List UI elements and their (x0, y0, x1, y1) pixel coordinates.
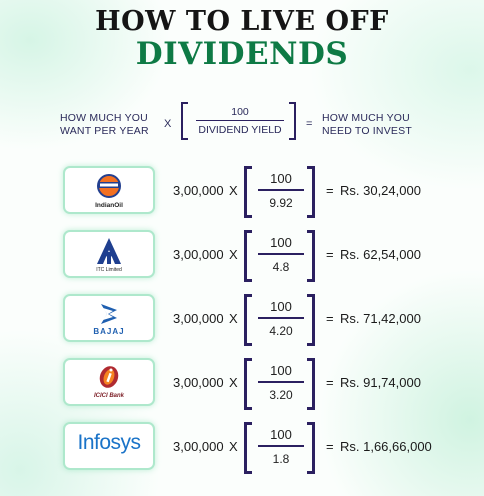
annual-amount: 3,00,000 (173, 439, 224, 454)
formula-fraction-line (196, 120, 284, 121)
bracket-left (244, 422, 252, 474)
equals-sign: = (326, 183, 334, 198)
times-sign: X (229, 247, 238, 262)
formula-right-text: HOW MUCH YOU NEED TO INVEST (322, 112, 412, 138)
fraction-numerator: 100 (270, 171, 292, 186)
formula-left-line-2: WANT PER YEAR (60, 125, 149, 137)
dividend-yield: 9.92 (269, 196, 293, 210)
dividend-yield: 4.8 (272, 260, 290, 274)
times-sign: X (229, 439, 238, 454)
formula-times: X (164, 118, 172, 130)
equals-sign: = (326, 439, 334, 454)
company-logo-box: ITC Limited (63, 230, 155, 278)
formula-numerator: 100 (231, 106, 249, 118)
company-logo-box: BAJAJ (63, 294, 155, 342)
investment-result: Rs. 62,54,000 (340, 247, 421, 262)
equals-sign: = (326, 247, 334, 262)
equals-sign: = (326, 375, 334, 390)
company-logo-box: IndianOil (63, 166, 155, 214)
investment-result: Rs. 30,24,000 (340, 183, 421, 198)
fraction-line (258, 445, 304, 447)
infosys-logo-icon: Infosys (65, 431, 153, 455)
company-name: ICICI Bank (93, 393, 124, 399)
bracket-right (307, 422, 315, 474)
fraction-numerator: 100 (270, 299, 292, 314)
bracket-left (244, 294, 252, 346)
fraction-line (258, 381, 304, 383)
times-sign: X (229, 183, 238, 198)
bracket-left (244, 166, 252, 218)
formula-bracket-left (181, 102, 188, 140)
fraction-numerator: 100 (270, 235, 292, 250)
company-name: ITC Limited (96, 267, 122, 273)
fraction-numerator: 100 (270, 427, 292, 442)
equals-sign: = (326, 311, 334, 326)
annual-amount: 3,00,000 (173, 247, 224, 262)
investment-result: Rs. 91,74,000 (340, 375, 421, 390)
formula-left-text: HOW MUCH YOU WANT PER YEAR (60, 112, 149, 138)
dividend-yield: 1.8 (272, 452, 290, 466)
formula-denominator: DIVIDEND YIELD (198, 124, 282, 136)
company-name: BAJAJ (93, 327, 125, 336)
fraction-numerator: 100 (270, 363, 292, 378)
annual-amount: 3,00,000 (173, 375, 224, 390)
company-logo-box: Infosys (63, 422, 155, 470)
bracket-right (307, 358, 315, 410)
bracket-right (307, 166, 315, 218)
dividend-yield: 4.20 (269, 324, 293, 338)
company-name: IndianOil (95, 202, 123, 209)
bracket-right (307, 294, 315, 346)
title-line-1: HOW TO LIVE OFF (95, 6, 389, 37)
formula-equals: = (306, 118, 313, 130)
company-logo-box: ICICI Bank (63, 358, 155, 406)
annual-amount: 3,00,000 (173, 311, 224, 326)
formula-right-line-1: HOW MUCH YOU (322, 112, 410, 124)
formula-bracket-right (289, 102, 296, 140)
fraction-line (258, 189, 304, 191)
bracket-left (244, 358, 252, 410)
title-line-2: DIVIDENDS (135, 36, 349, 72)
investment-result: Rs. 1,66,66,000 (340, 439, 432, 454)
fraction-line (258, 317, 304, 319)
times-sign: X (229, 375, 238, 390)
investment-result: Rs. 71,42,000 (340, 311, 421, 326)
company-name: Infosys (77, 431, 141, 454)
formula-right-line-2: NEED TO INVEST (322, 125, 412, 137)
annual-amount: 3,00,000 (173, 183, 224, 198)
times-sign: X (229, 311, 238, 326)
bracket-left (244, 230, 252, 282)
fraction-line (258, 253, 304, 255)
formula-left-line-1: HOW MUCH YOU (60, 112, 148, 124)
bracket-right (307, 230, 315, 282)
dividend-yield: 3.20 (269, 388, 293, 402)
